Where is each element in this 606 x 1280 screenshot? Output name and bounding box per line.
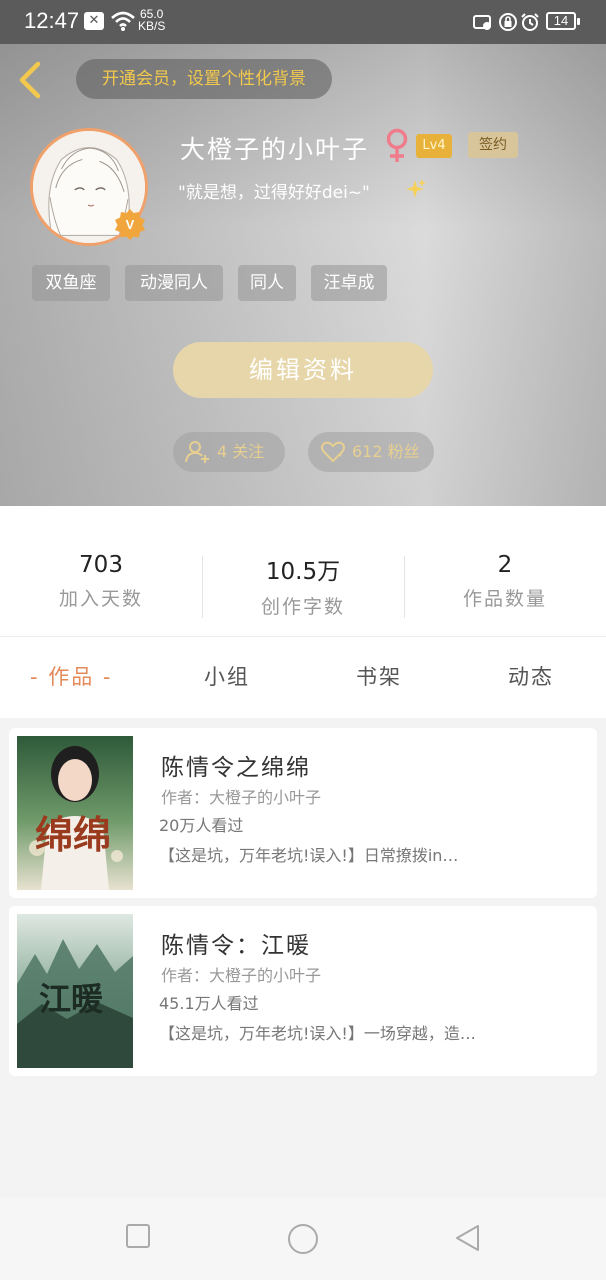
- vip-banner[interactable]: 开通会员，设置个性化背景: [76, 59, 332, 99]
- recent-apps-icon[interactable]: [124, 1222, 152, 1250]
- tab-activity[interactable]: 动态: [508, 661, 554, 691]
- system-nav-bar: [0, 1198, 606, 1280]
- stat-value: 703: [79, 552, 123, 578]
- work-title[interactable]: 陈情令：江暖: [161, 926, 311, 960]
- edit-profile-button[interactable]: 编辑资料: [173, 342, 433, 398]
- heart-icon: [321, 441, 345, 463]
- stats-panel: 703 加入天数 10.5万 创作字数 2 作品数量: [0, 506, 606, 636]
- stat-word-count: 10.5万 创作字数: [202, 552, 404, 619]
- fans-count: 612 粉丝: [352, 442, 420, 461]
- work-views: 20万人看过: [159, 816, 244, 835]
- verified-badge-icon: V: [115, 209, 145, 240]
- tab-bar: - 作品 - 小组 书架 动态: [0, 636, 606, 718]
- work-description: 【这是坑，万年老坑!误入!】一场穿越，造…: [159, 1024, 476, 1043]
- back-nav-icon[interactable]: [452, 1222, 484, 1254]
- cover-title: 绵绵: [35, 812, 111, 857]
- stat-join-days: 703 加入天数: [0, 552, 202, 611]
- net-speed: 65.0 KB/S: [138, 8, 165, 32]
- book-cover[interactable]: 绵绵: [17, 736, 133, 890]
- wifi-icon: [111, 11, 135, 31]
- tag-item[interactable]: 动漫同人: [125, 265, 223, 301]
- tag-item[interactable]: 汪卓成: [311, 265, 387, 301]
- notification-icon: ✕: [84, 12, 104, 30]
- following-button[interactable]: 4 关注: [173, 432, 285, 472]
- verified-badge-text: V: [126, 217, 135, 232]
- profile-motto: "就是想，过得好好dei~": [178, 183, 370, 203]
- lock-icon: [499, 13, 517, 31]
- tag-item[interactable]: 同人: [238, 265, 296, 301]
- fans-button[interactable]: 612 粉丝: [308, 432, 434, 472]
- net-speed-unit: KB/S: [138, 19, 166, 33]
- female-icon: [386, 128, 408, 162]
- work-author: 作者：大橙子的小叶子: [161, 788, 322, 807]
- sparkle-icon: [406, 179, 426, 198]
- stat-label: 加入天数: [58, 588, 143, 610]
- work-views: 45.1万人看过: [159, 994, 259, 1013]
- signed-badge: 签约: [468, 132, 518, 158]
- stat-label: 作品数量: [462, 588, 547, 610]
- work-card[interactable]: 江暖 陈情令：江暖 作者：大橙子的小叶子 45.1万人看过 【这是坑，万年老坑!…: [9, 906, 597, 1076]
- work-author: 作者：大橙子的小叶子: [161, 966, 322, 985]
- stat-value: 10.5万: [265, 559, 341, 585]
- book-cover[interactable]: 江暖: [17, 914, 133, 1068]
- stat-label: 创作字数: [260, 596, 345, 618]
- following-count: 4 关注: [217, 442, 265, 461]
- back-icon[interactable]: [14, 60, 48, 100]
- tab-works[interactable]: - 作品 -: [30, 661, 113, 691]
- battery-icon: 14: [546, 12, 580, 30]
- stat-value: 2: [497, 552, 513, 578]
- work-description: 【这是坑，万年老坑!误入!】日常撩拨in…: [159, 846, 459, 865]
- work-card[interactable]: 绵绵 陈情令之绵绵 作者：大橙子的小叶子 20万人看过 【这是坑，万年老坑!误入…: [9, 728, 597, 898]
- follow-user-icon: [185, 441, 209, 463]
- tab-bookshelf[interactable]: 书架: [356, 661, 402, 691]
- status-bar: 12:47 ✕ 65.0 KB/S 14: [0, 0, 606, 44]
- profile-header: 开通会员，设置个性化背景 V 大橙子的小叶子 Lv4 签约 "就是想，过得好好d…: [0, 44, 606, 506]
- alarm-icon: [521, 13, 539, 31]
- stat-works-count: 2 作品数量: [404, 552, 606, 611]
- username: 大橙子的小叶子: [180, 135, 370, 164]
- home-icon[interactable]: [286, 1222, 320, 1256]
- level-badge: Lv4: [416, 134, 452, 158]
- card-icon: [473, 15, 491, 30]
- status-time: 12:47: [24, 8, 80, 33]
- tag-item[interactable]: 双鱼座: [32, 265, 110, 301]
- work-title[interactable]: 陈情令之绵绵: [161, 748, 311, 782]
- works-list: 绵绵 陈情令之绵绵 作者：大橙子的小叶子 20万人看过 【这是坑，万年老坑!误入…: [0, 718, 606, 1198]
- cover-title: 江暖: [39, 980, 104, 1018]
- tab-groups[interactable]: 小组: [204, 661, 250, 691]
